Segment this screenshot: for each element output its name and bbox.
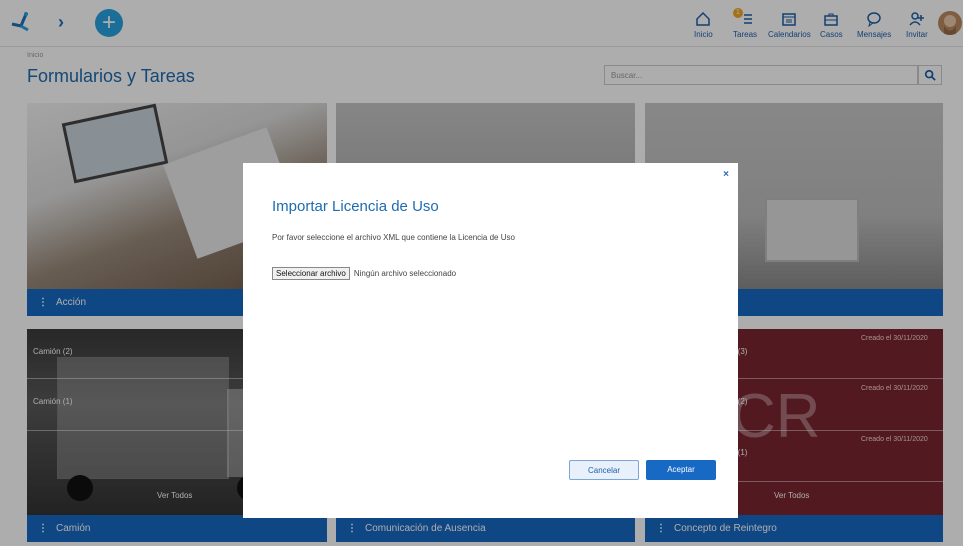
file-picker: Seleccionar archivo Ningún archivo selecc…: [272, 267, 457, 280]
close-icon[interactable]: ×: [723, 169, 729, 180]
dialog-description: Por favor seleccione el archivo XML que …: [272, 233, 515, 242]
file-status: Ningún archivo seleccionado: [353, 269, 457, 278]
accept-button[interactable]: Aceptar: [646, 460, 716, 480]
dialog-title: Importar Licencia de Uso: [272, 198, 439, 215]
cancel-button[interactable]: Cancelar: [569, 460, 639, 480]
import-license-dialog: × Importar Licencia de Uso Por favor sel…: [243, 163, 738, 518]
select-file-button[interactable]: Seleccionar archivo: [272, 267, 350, 280]
